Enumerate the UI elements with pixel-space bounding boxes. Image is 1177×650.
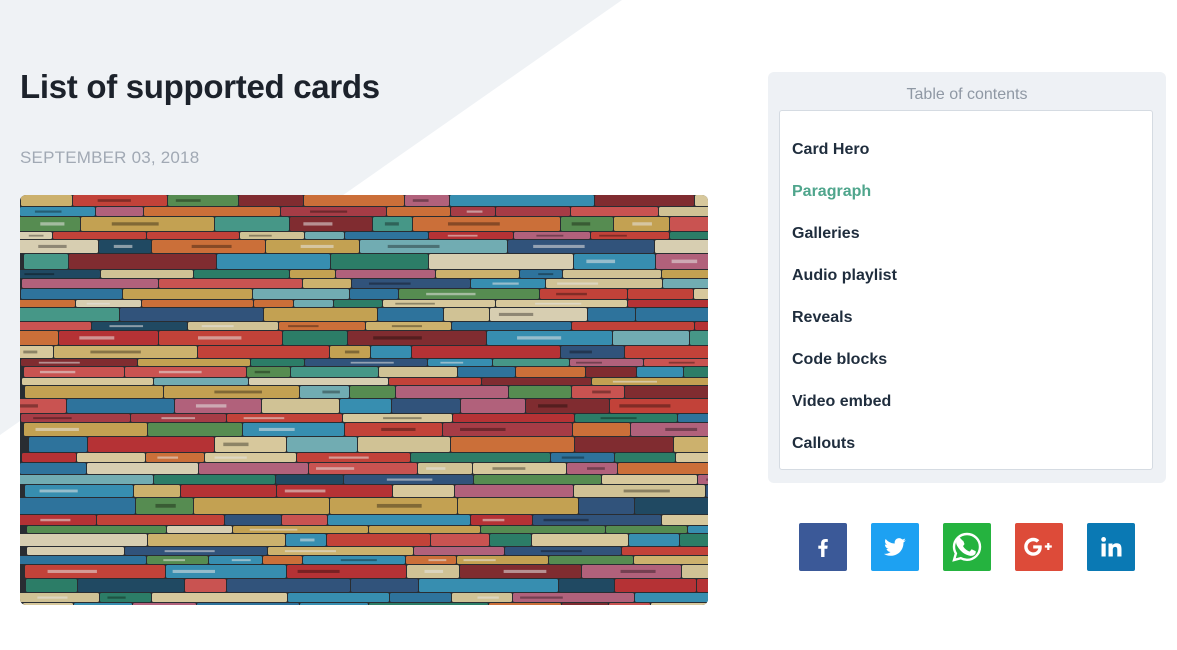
google-plus-icon: [1024, 537, 1052, 556]
share-whatsapp-button[interactable]: [943, 523, 991, 571]
toc-item-card-hero[interactable]: Card Hero: [792, 141, 869, 159]
share-facebook-button[interactable]: [799, 523, 847, 571]
toc-item-video-embed[interactable]: Video embed: [792, 393, 891, 411]
toc-list: Card Hero Paragraph Galleries Audio play…: [779, 110, 1153, 470]
twitter-icon: [883, 538, 906, 556]
toc-item-audio-playlist[interactable]: Audio playlist: [792, 267, 897, 285]
toc-item-reveals[interactable]: Reveals: [792, 309, 853, 327]
toc-heading: Table of contents: [906, 86, 1028, 103]
whatsapp-icon: [952, 532, 982, 562]
toc-item-galleries[interactable]: Galleries: [792, 225, 860, 243]
facebook-icon: [818, 539, 828, 557]
toc-item-callouts[interactable]: Callouts: [792, 435, 855, 453]
post-date: SEPTEMBER 03, 2018: [20, 148, 200, 167]
page-title: List of supported cards: [20, 68, 380, 105]
toc-item-paragraph[interactable]: Paragraph: [792, 183, 871, 201]
share-linkedin-button[interactable]: [1087, 523, 1135, 571]
toc-item-code-blocks[interactable]: Code blocks: [792, 351, 887, 369]
linkedin-icon: [1101, 537, 1122, 557]
share-twitter-button[interactable]: [871, 523, 919, 571]
table-of-contents: Table of contents Card Hero Paragraph Ga…: [768, 72, 1166, 483]
hero-image: [20, 195, 708, 605]
share-google-plus-button[interactable]: [1015, 523, 1063, 571]
